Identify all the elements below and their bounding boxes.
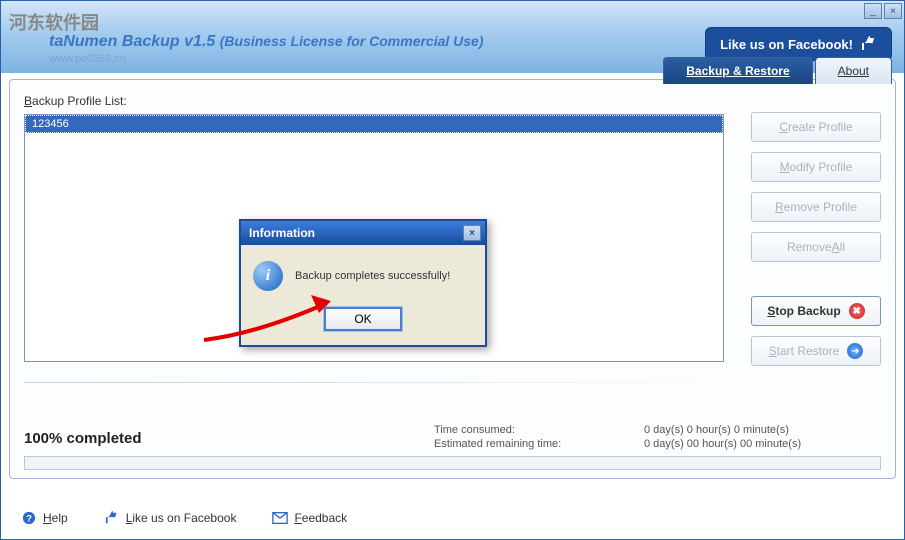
thumbs-up-icon [104,511,120,525]
svg-text:?: ? [26,514,32,525]
arrow-right-icon: ➔ [847,343,863,359]
remove-profile-button: Remove Profile [751,192,881,222]
app-title: taNumen Backup v1.5 (Business License fo… [49,33,484,51]
stop-icon: ✖ [849,303,865,319]
time-consumed-label: Time consumed: [434,424,644,436]
watermark-text: 河东软件园 [9,9,99,35]
tab-about-label: About [838,64,869,78]
title-version: v1.5 [184,33,215,50]
progress-area: 100% completed Time consumed: 0 day(s) 0… [24,424,881,470]
stop-backup-button[interactable]: Stop Backup✖ [751,296,881,326]
time-consumed-value: 0 day(s) 0 hour(s) 0 minute(s) [644,424,881,436]
ok-button[interactable]: OK [324,307,402,331]
dialog-message: Backup completes successfully! [295,270,450,282]
tab-bar: Backup & Restore About [663,57,892,84]
footer-like-link[interactable]: Like us on Facebook [104,511,237,525]
divider [24,382,735,383]
watermark-url: www.pc0359.cn [49,53,126,65]
tab-backup-restore[interactable]: Backup & Restore [663,57,812,84]
est-remaining-label: Estimated remaining time: [434,438,644,450]
tab-backup-restore-label: Backup & Restore [686,64,789,78]
footer: ? Help Like us on Facebook Feedback [21,511,884,525]
dialog-body: i Backup completes successfully! [241,245,485,307]
tab-about[interactable]: About [815,57,892,84]
progress-percent-label: 100% completed [24,430,434,447]
create-profile-button: Create Profile [751,112,881,142]
mail-icon [272,511,288,525]
info-dialog: Information × i Backup completes success… [239,219,487,347]
dialog-buttons: OK [241,307,485,345]
feedback-link[interactable]: Feedback [272,511,347,525]
facebook-like-label: Like us on Facebook! [720,37,853,52]
side-buttons: Create Profile Modify Profile Remove Pro… [751,112,881,366]
info-icon: i [253,261,283,291]
remove-all-button: Remove All [751,232,881,262]
est-remaining-value: 0 day(s) 00 hour(s) 00 minute(s) [644,438,881,450]
close-window-button[interactable]: × [884,3,902,19]
start-restore-button: Start Restore➔ [751,336,881,366]
minimize-button[interactable]: _ [864,3,882,19]
help-icon: ? [21,511,37,525]
thumbs-up-icon [861,36,877,52]
dialog-titlebar: Information × [241,221,485,245]
facebook-like-button[interactable]: Like us on Facebook! [705,27,892,61]
progress-bar [24,456,881,470]
window-controls: _ × [864,3,902,19]
title-sub: (Business License for Commercial Use) [220,33,484,49]
profile-list-label: Backup Profile List: [24,94,881,108]
dialog-title-text: Information [249,226,315,240]
dialog-close-button[interactable]: × [463,225,481,241]
profile-list-label-text: ackup Profile List: [32,94,127,108]
list-item[interactable]: 123456 [25,115,723,133]
help-link[interactable]: ? Help [21,511,68,525]
modify-profile-button: Modify Profile [751,152,881,182]
title-main: taNumen Backup [49,33,180,50]
spacer [751,272,881,286]
app-window: 河东软件园 www.pc0359.cn _ × taNumen Backup v… [0,0,905,540]
